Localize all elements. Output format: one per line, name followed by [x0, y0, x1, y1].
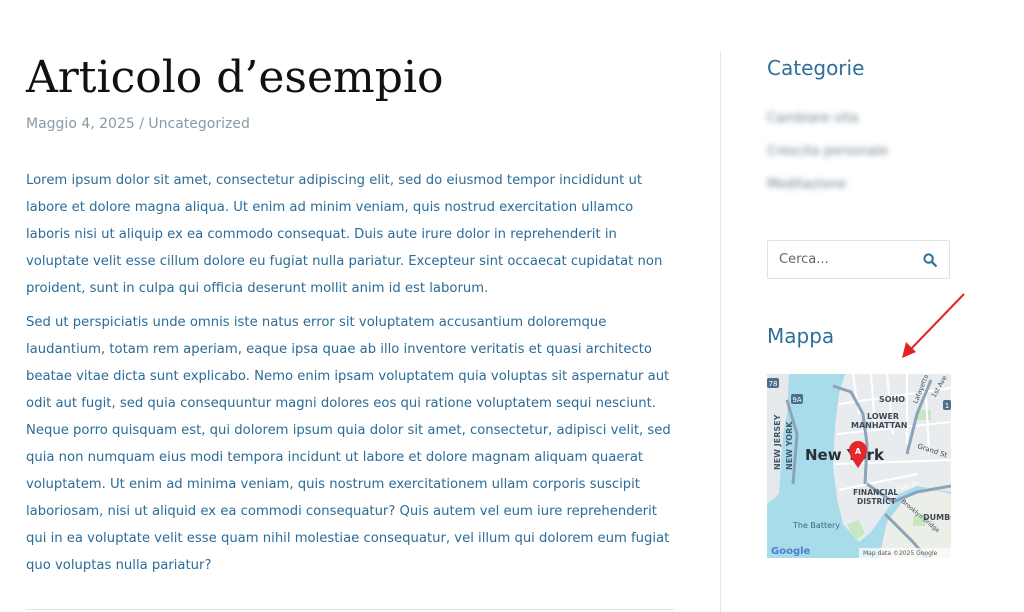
map-label: FINANCIAL: [853, 488, 898, 497]
search-icon: [923, 253, 937, 267]
map-city-label: New York: [805, 446, 885, 464]
post-meta: Maggio 4, 2025 / Uncategorized: [26, 116, 250, 132]
map-image[interactable]: 78 9A 1 SOHO LOWER MANHATTAN Grand St FI…: [767, 374, 951, 558]
paragraph-1: Lorem ipsum dolor sit amet, consectetur …: [26, 173, 663, 296]
category-item[interactable]: Meditazione: [767, 177, 846, 192]
map-label: DISTRICT: [857, 497, 897, 506]
route-shield: 9A: [792, 396, 801, 404]
post-content: Lorem ipsum dolor sit amet, consectetur …: [26, 167, 676, 586]
map-label: SOHO: [879, 395, 905, 404]
post-date: Maggio 4, 2025: [26, 116, 135, 132]
route-shield: 1: [945, 402, 949, 410]
sidebar-divider: [720, 52, 721, 612]
map-label: The Battery: [792, 521, 840, 530]
post-title: Articolo d’esempio: [26, 52, 444, 103]
content-divider: [26, 609, 674, 610]
map-label: NEW JERSEY: [773, 414, 782, 470]
search-form: [767, 240, 950, 279]
google-logo: Google: [771, 546, 811, 557]
route-shield: 78: [769, 380, 778, 388]
map-title: Mappa: [767, 324, 835, 348]
map-attribution: Map data ©2025 Google: [863, 550, 938, 557]
category-item[interactable]: Cambiare vita: [767, 111, 858, 126]
category-item[interactable]: Crescita personale: [767, 144, 888, 159]
post-category-link[interactable]: Uncategorized: [148, 116, 249, 132]
map-widget[interactable]: 78 9A 1 SOHO LOWER MANHATTAN Grand St FI…: [767, 374, 951, 558]
paragraph-2: Sed ut perspiciatis unde omnis iste natu…: [26, 315, 671, 573]
map-label: MANHATTAN: [851, 421, 907, 430]
marker-label: A: [855, 447, 862, 456]
meta-separator: /: [134, 116, 149, 132]
map-label: NEW YORK: [785, 421, 794, 470]
search-button[interactable]: [917, 247, 943, 273]
categories-title: Categorie: [767, 56, 865, 80]
search-input[interactable]: [768, 241, 919, 278]
map-label: LOWER: [867, 412, 899, 421]
